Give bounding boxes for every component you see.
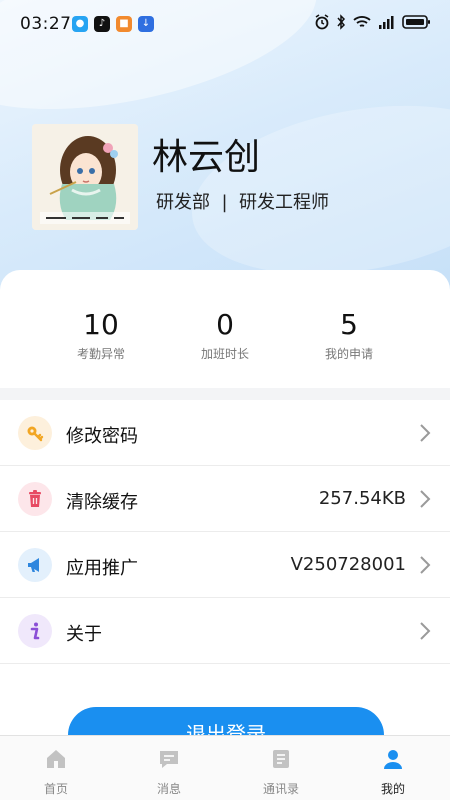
stat-label: 考勤异常: [76, 347, 125, 361]
tab-contacts[interactable]: 通讯录: [241, 746, 321, 797]
key-icon: [18, 416, 52, 450]
user-department: 研发部 | 研发工程师: [156, 192, 329, 213]
stat-attendance[interactable]: 10 考勤异常: [41, 308, 161, 362]
signal-icon: [379, 16, 394, 29]
tab-messages[interactable]: 消息: [129, 746, 209, 797]
section-divider: [0, 388, 450, 400]
menu-item-about[interactable]: 关于: [0, 598, 450, 664]
stat-label: 我的申请: [324, 347, 373, 361]
stat-value: 5: [340, 308, 358, 341]
menu-item-clear-cache[interactable]: 清除缓存 257.54KB: [0, 466, 450, 532]
trash-icon: [18, 482, 52, 516]
menu-item-app-promotion[interactable]: 应用推广 V250728001: [0, 532, 450, 598]
download-app-icon: ↓: [138, 16, 154, 32]
info-icon: [18, 614, 52, 648]
stat-overtime[interactable]: 0 加班时长: [165, 308, 285, 362]
wifi-icon: [353, 16, 371, 27]
menu-label: 应用推广: [66, 558, 138, 579]
tab-label: 我的: [380, 782, 405, 796]
chevron-right-icon: [420, 490, 431, 508]
contacts-icon: [241, 746, 321, 772]
cache-size-value: 257.54KB: [318, 488, 406, 509]
user-name: 林云创: [152, 137, 261, 178]
stat-label: 加班时长: [200, 347, 249, 361]
status-bar: 03:27 ● ♪ ■ ↓: [0, 0, 450, 50]
video-app-icon: ♪: [94, 16, 110, 32]
version-value: V250728001: [290, 554, 406, 575]
system-icons: [314, 14, 432, 30]
bluetooth-icon: [337, 14, 346, 30]
battery-icon: [402, 15, 430, 29]
chevron-right-icon: [420, 556, 431, 574]
settings-menu: 修改密码 清除缓存 257.54KB 应用推广 V250728001 关于: [0, 400, 450, 664]
stat-value: 10: [83, 308, 119, 341]
menu-label: 关于: [66, 624, 102, 645]
tab-label: 通讯录: [262, 782, 299, 796]
avatar[interactable]: [32, 124, 138, 230]
alarm-icon: [315, 14, 329, 30]
chat-app-icon: ●: [72, 16, 88, 32]
chevron-right-icon: [420, 424, 431, 442]
menu-item-change-password[interactable]: 修改密码: [0, 400, 450, 466]
notification-icons: ● ♪ ■ ↓: [72, 16, 154, 32]
tab-mine[interactable]: 我的: [353, 746, 433, 797]
status-time: 03:27: [20, 14, 72, 34]
message-icon: [129, 746, 209, 772]
menu-label: 修改密码: [66, 426, 138, 447]
tab-label: 首页: [43, 782, 68, 796]
menu-label: 清除缓存: [66, 492, 138, 513]
avatar-illustration: [32, 124, 138, 230]
stat-applications[interactable]: 5 我的申请: [289, 308, 409, 362]
megaphone-icon: [18, 548, 52, 582]
user-icon: [353, 746, 433, 772]
stats-row: 10 考勤异常 0 加班时长 5 我的申请: [0, 308, 450, 378]
message-app-icon: ■: [116, 16, 132, 32]
tab-label: 消息: [156, 782, 181, 796]
bottom-tab-bar: 首页 消息 通讯录 我的: [0, 735, 450, 800]
chevron-right-icon: [420, 622, 431, 640]
tab-home[interactable]: 首页: [16, 746, 96, 797]
home-icon: [16, 746, 96, 772]
stat-value: 0: [216, 308, 234, 341]
